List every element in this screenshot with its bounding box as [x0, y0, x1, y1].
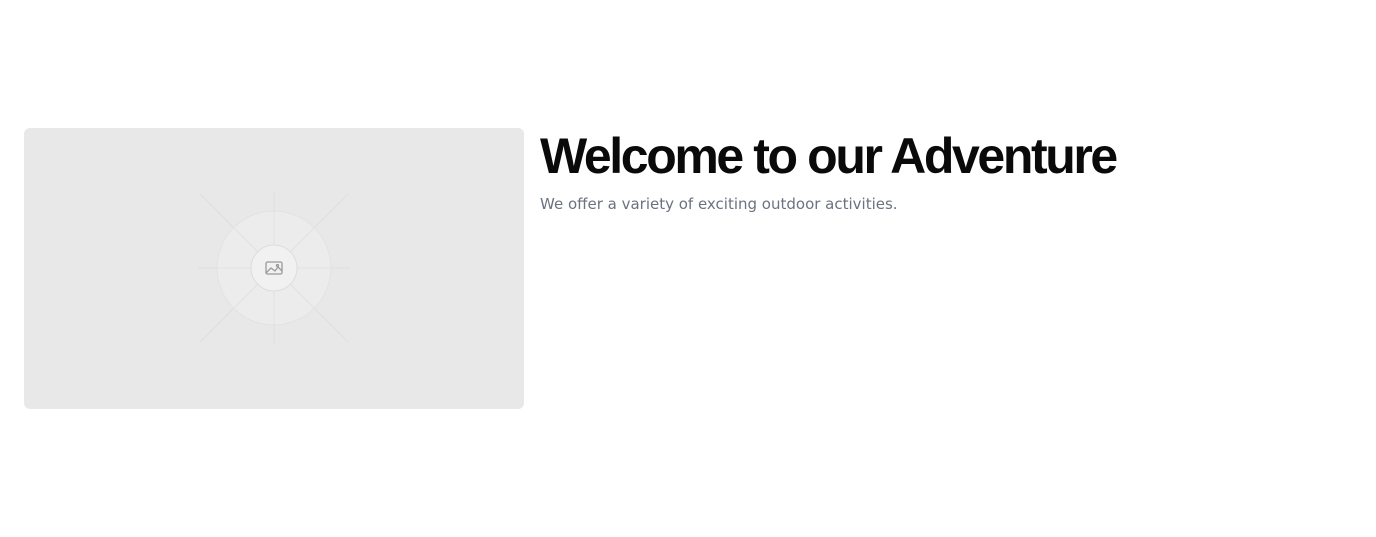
- hero-text: Welcome to our Adventure We offer a vari…: [540, 128, 1118, 214]
- image-placeholder: [24, 128, 524, 409]
- placeholder-graphic: [198, 192, 350, 344]
- hero-section: Welcome to our Adventure We offer a vari…: [24, 128, 1118, 409]
- page-subtitle: We offer a variety of exciting outdoor a…: [540, 195, 898, 213]
- page-title: Welcome to our Adventure: [540, 128, 1118, 184]
